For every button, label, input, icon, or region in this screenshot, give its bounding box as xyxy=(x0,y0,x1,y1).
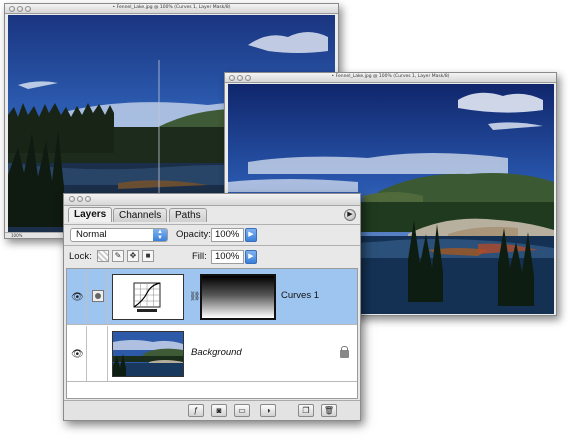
lock-paint-brush-icon[interactable]: ✎ xyxy=(112,250,124,262)
layer-row-curves[interactable]: 👁 ⛓ Curves 1 xyxy=(67,269,357,325)
updown-arrows-icon: ▲ ▼ xyxy=(153,229,167,241)
add-layer-mask-icon[interactable]: ◙ xyxy=(211,404,227,417)
visibility-toggle[interactable]: 👁 xyxy=(67,326,87,381)
palette-menu-button[interactable]: ▶ xyxy=(344,209,356,221)
fill-input[interactable]: 100% xyxy=(211,250,244,264)
zoom-readout: 100% xyxy=(11,233,23,238)
eye-icon: 👁 xyxy=(71,349,84,360)
landscape-thumbnail-image xyxy=(113,332,183,376)
palette-window-controls[interactable] xyxy=(69,196,91,202)
lock-fill-row: Lock: ✎ ✥ ■ Fill: 100% ▶ xyxy=(64,245,360,267)
blend-mode-select[interactable]: Normal ▲ ▼ xyxy=(70,228,168,242)
document-titlebar-right[interactable]: • Fennel_Lake.jpg @ 100% (Curves 1, Laye… xyxy=(225,73,556,83)
lock-move-icon[interactable]: ✥ xyxy=(127,250,139,262)
layer-link-column[interactable] xyxy=(88,326,108,381)
layers-list: 👁 ⛓ Curves 1 👁 Background xyxy=(66,268,358,399)
lock-transparency-icon[interactable] xyxy=(97,250,109,262)
visibility-toggle[interactable]: 👁 xyxy=(67,269,87,324)
layer-mask-thumbnail[interactable] xyxy=(200,274,276,320)
palette-titlebar[interactable] xyxy=(64,194,360,206)
chain-link-icon[interactable]: ⛓ xyxy=(189,291,200,302)
add-layer-style-icon[interactable]: ƒ xyxy=(188,404,204,417)
new-adjustment-layer-icon[interactable]: ◑ xyxy=(260,404,276,417)
lock-label: Lock: xyxy=(69,251,92,262)
triangle-right-icon: ▶ xyxy=(347,211,353,218)
padlock-icon xyxy=(340,346,349,358)
document-title-left: • Fennel_Lake.jpg @ 100% (Curves 1, Laye… xyxy=(112,5,231,10)
tab-channels[interactable]: Channels xyxy=(113,208,168,222)
tab-paths[interactable]: Paths xyxy=(169,208,207,222)
document-title-right: • Fennel_Lake.jpg @ 100% (Curves 1, Laye… xyxy=(331,74,450,79)
trash-icon[interactable]: 🗑 xyxy=(321,404,337,417)
tab-layers[interactable]: Layers xyxy=(68,207,113,222)
opacity-label: Opacity: xyxy=(176,229,211,240)
new-layer-icon[interactable]: ❐ xyxy=(298,404,314,417)
adjustment-thumbnail[interactable] xyxy=(112,274,184,320)
document-titlebar-left[interactable]: • Fennel_Lake.jpg @ 100% (Curves 1, Laye… xyxy=(5,4,338,14)
fill-label: Fill: xyxy=(192,251,207,262)
lock-all-icon[interactable]: ■ xyxy=(142,250,154,262)
layer-mask-indicator[interactable] xyxy=(88,269,108,324)
opacity-input[interactable]: 100% xyxy=(211,228,244,242)
blend-opacity-row: Normal ▲ ▼ Opacity: 100% ▶ xyxy=(64,224,360,244)
palette-bottom-bar: ƒ ◙ ▭ ◑ ❐ 🗑 xyxy=(64,400,360,420)
background-thumbnail[interactable] xyxy=(112,331,184,377)
layer-name-background[interactable]: Background xyxy=(191,347,242,358)
curves-icon xyxy=(133,282,161,312)
layers-palette: Layers Channels Paths ▶ Normal ▲ ▼ Opacit… xyxy=(63,193,361,421)
layer-row-background[interactable]: 👁 Background xyxy=(67,326,357,382)
palette-tabs: Layers Channels Paths xyxy=(68,207,356,222)
opacity-slider-button[interactable]: ▶ xyxy=(245,228,257,242)
blend-mode-value: Normal xyxy=(76,229,107,240)
layer-mask-icon xyxy=(92,290,104,302)
fill-slider-button[interactable]: ▶ xyxy=(245,250,257,264)
eye-icon: 👁 xyxy=(71,292,84,303)
new-group-folder-icon[interactable]: ▭ xyxy=(234,404,250,417)
layer-name-curves[interactable]: Curves 1 xyxy=(281,290,319,301)
